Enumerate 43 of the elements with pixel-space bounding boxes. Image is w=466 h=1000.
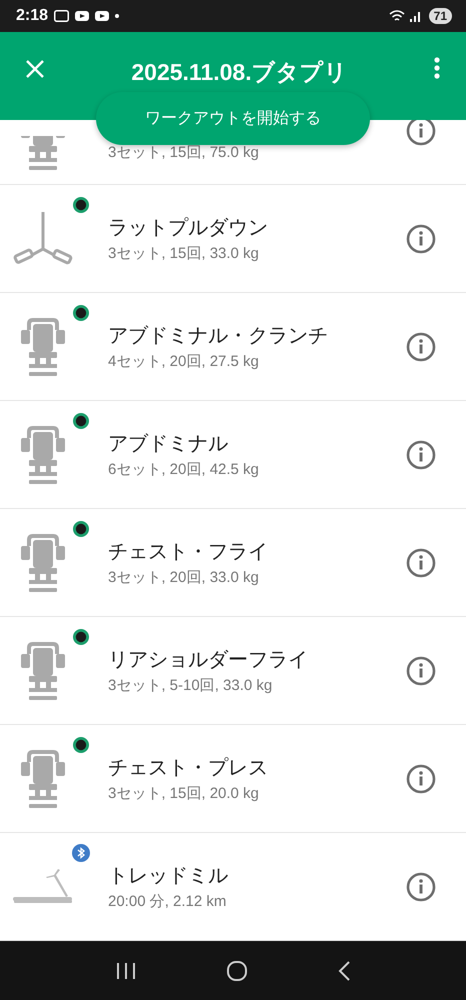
info-icon[interactable] [406,872,436,902]
info-icon[interactable] [406,224,436,254]
exercise-row[interactable]: リアショルダーフライ 3セット, 5-10回, 33.0 kg [0,617,466,725]
workout-title: 2025.11.08.ブタプリ [130,58,349,87]
exercise-detail: 3セット, 20回, 33.0 kg [108,568,260,587]
exercise-row[interactable]: チェスト・プレス 3セット, 15回, 20.0 kg [0,725,466,833]
exercise-detail: 3セット, 15回, 33.0 kg [108,244,260,263]
exercise-name: アブドミナル [108,430,229,457]
video-icon [95,11,110,21]
exercise-name: ラットプルダウン [108,214,269,241]
info-icon[interactable] [406,440,436,470]
exercise-row[interactable]: アブドミナル・クランチ 4セット, 20回, 27.5 kg [0,293,466,401]
exercise-row[interactable]: アブドミナル 6セット, 20回, 42.5 kg [0,401,466,509]
info-icon[interactable] [406,120,436,146]
exercise-name: チェスト・プレス [108,754,269,781]
battery-level: 71 [428,8,452,24]
info-icon[interactable] [406,656,436,686]
home-icon[interactable] [226,960,248,982]
exercise-detail: 20:00 分, 2.12 km [108,892,228,911]
cable-bar-icon [12,210,74,266]
more-notifications-icon [115,14,120,18]
exercise-detail: 4セット, 20回, 27.5 kg [108,352,260,371]
exercise-detail: 3セット, 15回, 75.0 kg [108,143,260,162]
video-icon [75,11,90,21]
exercise-detail: 3セット, 5-10回, 33.0 kg [108,676,274,695]
screenshot-icon [54,10,70,22]
exercise-name: トレッドミル [108,862,229,889]
info-icon[interactable] [406,332,436,362]
exercise-detail: 3セット, 15回, 20.0 kg [108,784,260,803]
info-icon[interactable] [406,548,436,578]
more-icon[interactable] [434,57,440,79]
exercise-name: チェスト・フライ [108,538,269,565]
info-icon[interactable] [406,764,436,794]
close-icon[interactable] [25,59,45,79]
exercise-row[interactable]: チェスト・フライ 3セット, 20回, 33.0 kg [0,509,466,617]
exercise-row[interactable]: ラットプルダウン 3セット, 15回, 33.0 kg [0,185,466,293]
exercise-name: アブドミナル・クランチ [108,322,329,349]
clock: 2:18 [16,7,48,25]
exercise-name: リアショルダーフライ [108,646,309,673]
signal-icon [388,9,423,23]
recent-apps-icon[interactable] [114,962,137,980]
back-icon[interactable] [337,960,352,980]
exercise-detail: 6セット, 20回, 42.5 kg [108,460,260,479]
